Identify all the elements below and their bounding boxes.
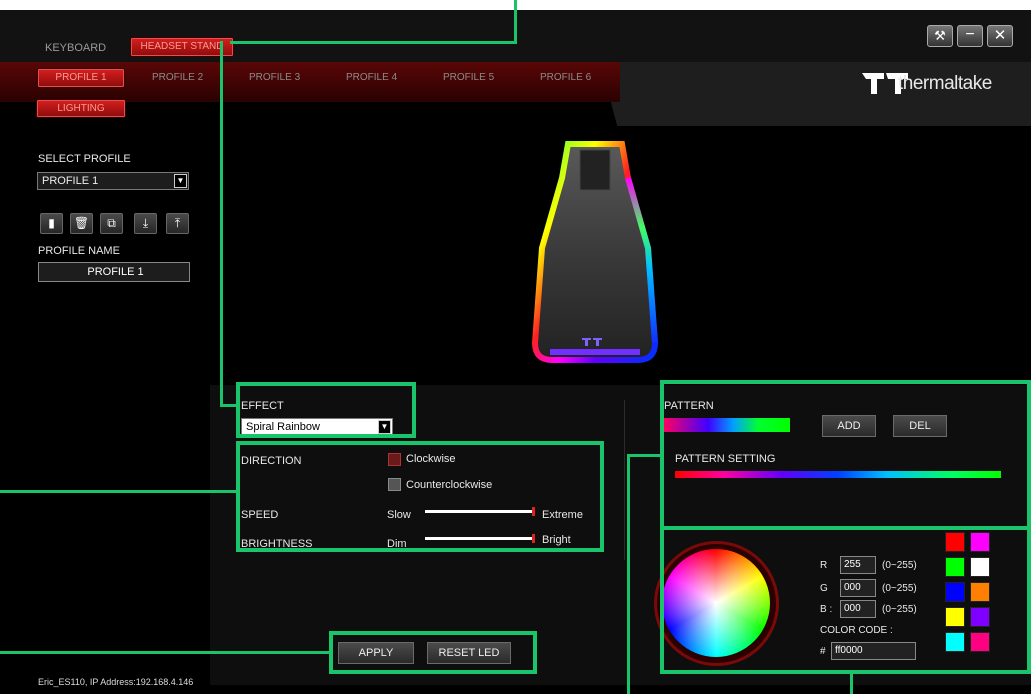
tab-headset-stand[interactable]: HEADSET STAND xyxy=(130,37,234,57)
divider xyxy=(624,400,625,560)
profile-select-value: PROFILE 1 xyxy=(42,175,99,187)
chevron-down-icon: ▼ xyxy=(174,174,187,188)
export-icon: ⤒ xyxy=(174,216,181,230)
import-icon: ⤓ xyxy=(142,216,149,230)
actions-highlight xyxy=(329,631,537,674)
color-highlight xyxy=(660,526,1031,674)
copy-profile-button[interactable]: ⧉ xyxy=(100,213,123,234)
close-icon: ✕ xyxy=(993,27,1007,44)
save-profile-button[interactable]: ▮ xyxy=(40,213,63,234)
controls-highlight xyxy=(236,441,604,552)
profile-name-input[interactable]: PROFILE 1 xyxy=(38,262,190,282)
brand-name: thermaltake xyxy=(898,73,992,94)
profile-tab-4[interactable]: PROFILE 4 xyxy=(346,63,397,93)
profile-name-label: PROFILE NAME xyxy=(38,245,120,257)
pattern-highlight xyxy=(660,380,1031,530)
lighting-button[interactable]: LIGHTING xyxy=(36,99,126,118)
settings-button[interactable]: ⚒ xyxy=(927,25,953,47)
callout-line xyxy=(514,0,517,44)
callout-line xyxy=(220,41,223,407)
import-profile-button[interactable]: ⤓ xyxy=(134,213,157,234)
export-profile-button[interactable]: ⤒ xyxy=(166,213,189,234)
profile-select[interactable]: PROFILE 1 ▼ xyxy=(37,172,189,190)
callout-line xyxy=(0,490,240,493)
close-button[interactable]: ✕ xyxy=(987,25,1013,47)
save-icon: ▮ xyxy=(48,216,55,230)
callout-line xyxy=(627,454,630,694)
profile-tab-5[interactable]: PROFILE 5 xyxy=(443,63,494,93)
callout-line xyxy=(0,651,331,654)
status-text: Eric_ES110, IP Address:192.168.4.146 xyxy=(38,677,194,687)
headset-stand-preview xyxy=(530,138,660,367)
delete-icon: 🗑︎ xyxy=(73,216,90,230)
tab-keyboard[interactable]: KEYBOARD xyxy=(45,38,106,58)
delete-profile-button[interactable]: 🗑︎ xyxy=(70,213,93,234)
callout-line xyxy=(627,454,663,457)
callout-line xyxy=(230,41,517,44)
profile-tab-2[interactable]: PROFILE 2 xyxy=(152,63,203,93)
minimize-icon: − xyxy=(965,26,975,43)
profile-tab-6[interactable]: PROFILE 6 xyxy=(540,63,591,93)
profile-tab-1[interactable]: PROFILE 1 xyxy=(37,68,125,88)
select-profile-label: SELECT PROFILE xyxy=(38,153,131,165)
copy-icon: ⧉ xyxy=(107,216,116,230)
effect-highlight xyxy=(236,382,416,438)
settings-icon: ⚒ xyxy=(934,28,946,43)
callout-line xyxy=(850,672,853,694)
minimize-button[interactable]: − xyxy=(957,25,983,47)
profile-tab-3[interactable]: PROFILE 3 xyxy=(249,63,300,93)
